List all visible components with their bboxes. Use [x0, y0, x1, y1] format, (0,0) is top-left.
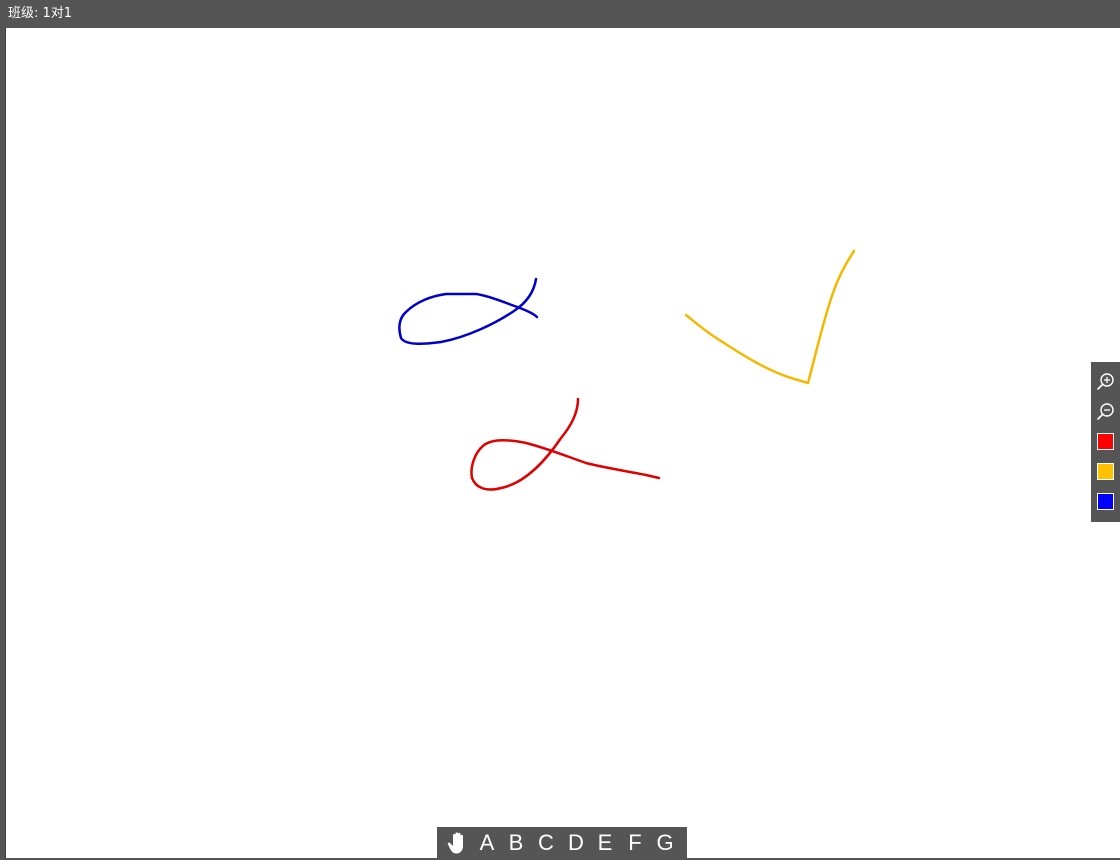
letter-button-d[interactable]: D	[565, 830, 587, 856]
letter-button-f[interactable]: F	[624, 830, 646, 856]
zoom-out-button[interactable]	[1096, 402, 1116, 422]
letter-button-e[interactable]: E	[594, 830, 616, 856]
class-title: 班级: 1对1	[8, 6, 73, 21]
letter-button-b[interactable]: B	[505, 830, 527, 856]
hand-tool-button[interactable]	[447, 831, 467, 855]
letter-button-a[interactable]: A	[476, 830, 498, 856]
side-toolbar	[1091, 362, 1120, 522]
hand-icon	[447, 832, 463, 854]
title-bar: 班级: 1对1	[0, 0, 1120, 28]
zoom-in-icon	[1097, 373, 1114, 390]
blue-alpha-stroke	[398, 277, 539, 345]
color-swatch-red[interactable]	[1097, 433, 1114, 450]
red-alpha-stroke	[470, 397, 661, 491]
zoom-in-button[interactable]	[1096, 372, 1116, 392]
zoom-out-icon	[1097, 403, 1114, 420]
bottom-toolbar: A B C D E F G	[437, 827, 687, 858]
color-swatch-blue[interactable]	[1097, 493, 1114, 510]
drawing-layer	[398, 249, 856, 491]
whiteboard-canvas[interactable]	[5, 28, 1120, 858]
yellow-check-stroke	[684, 249, 856, 385]
letter-button-c[interactable]: C	[535, 830, 557, 856]
letter-button-g[interactable]: G	[654, 830, 676, 856]
color-swatch-yellow[interactable]	[1097, 463, 1114, 480]
